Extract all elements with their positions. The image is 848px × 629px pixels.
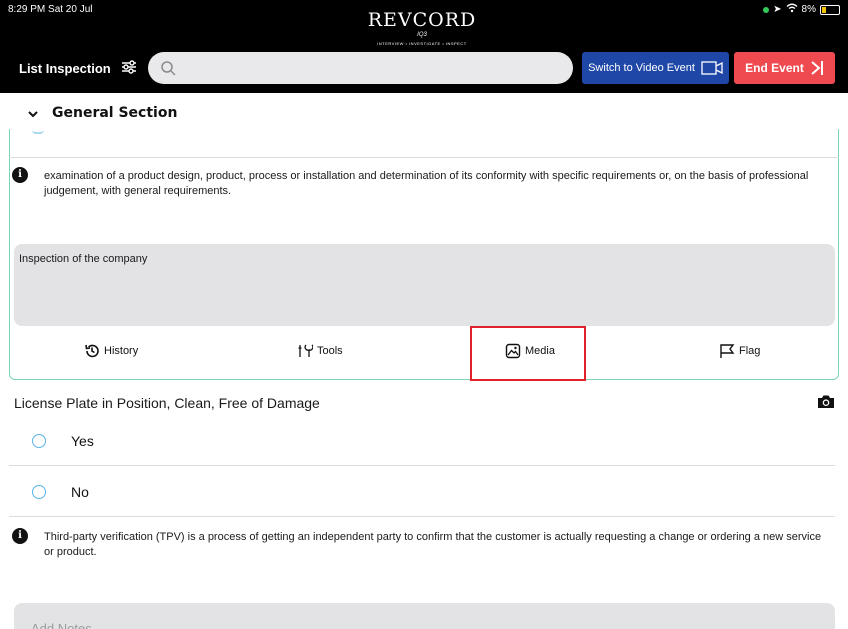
search-input[interactable] bbox=[148, 52, 573, 84]
logo-tagline: INTERVIEW • INVESTIGATE • INSPECT bbox=[377, 41, 467, 46]
search-icon bbox=[161, 61, 176, 76]
end-event-label: End Event bbox=[745, 61, 804, 75]
history-label: History bbox=[104, 345, 139, 357]
history-button[interactable]: History bbox=[84, 341, 138, 361]
notes-field[interactable]: Add Notes bbox=[14, 603, 835, 629]
filter-settings-icon[interactable] bbox=[120, 58, 138, 76]
end-event-button[interactable]: End Event bbox=[734, 52, 835, 84]
flag-label: Flag bbox=[739, 345, 761, 357]
switch-to-video-button[interactable]: Switch to Video Event bbox=[582, 52, 729, 84]
notes-field[interactable]: Inspection of the company bbox=[14, 244, 835, 326]
info-text: examination of a product design, product… bbox=[44, 170, 809, 197]
battery-icon bbox=[820, 4, 840, 15]
flag-icon bbox=[720, 344, 735, 358]
logo-sub: IQ3 bbox=[417, 32, 427, 38]
exit-arrow-icon bbox=[811, 61, 823, 75]
option-yes-label: Yes bbox=[71, 433, 94, 449]
camera-icon[interactable] bbox=[817, 394, 835, 409]
tools-button[interactable]: Tools bbox=[297, 341, 343, 361]
switch-video-label: Switch to Video Event bbox=[588, 62, 695, 74]
media-highlight-box bbox=[470, 326, 586, 381]
tools-icon bbox=[298, 344, 313, 357]
info-icon: i bbox=[12, 528, 28, 544]
divider bbox=[9, 157, 839, 158]
revcord-logo: REVCORD IQ3 INTERVIEW • INVESTIGATE • IN… bbox=[362, 9, 482, 46]
info-icon: i bbox=[12, 167, 28, 183]
divider bbox=[9, 465, 835, 466]
location-icon: ➤ bbox=[773, 4, 782, 15]
video-camera-icon bbox=[701, 61, 723, 75]
page-title: List Inspection bbox=[19, 61, 111, 76]
top-bar: 8:29 PM Sat 20 Jul ➤ 8% REVCORD IQ3 INTE… bbox=[0, 0, 848, 93]
flag-button[interactable]: Flag bbox=[719, 341, 760, 361]
notes-placeholder: Add Notes bbox=[31, 621, 92, 629]
notes-value: Inspection of the company bbox=[19, 253, 148, 265]
chevron-down-icon[interactable] bbox=[26, 108, 40, 120]
history-icon bbox=[85, 344, 99, 358]
question-card-2 bbox=[9, 386, 839, 629]
question-title: License Plate in Position, Clean, Free o… bbox=[14, 395, 320, 411]
info-text: Third-party verification (TPV) is a proc… bbox=[44, 531, 822, 558]
logo-word: REVCORD bbox=[367, 9, 477, 31]
option-no-label: No bbox=[71, 484, 89, 500]
battery-level: 8% bbox=[801, 4, 816, 15]
status-indicators: ➤ 8% bbox=[763, 3, 840, 16]
radio-yes[interactable] bbox=[32, 434, 46, 448]
status-time: 8:29 PM Sat 20 Jul bbox=[8, 4, 93, 15]
divider bbox=[9, 516, 835, 517]
section-title: General Section bbox=[52, 105, 178, 121]
radio-no[interactable] bbox=[32, 485, 46, 499]
wifi-icon bbox=[786, 3, 798, 16]
tools-label: Tools bbox=[317, 345, 343, 357]
recording-dot-icon bbox=[763, 6, 770, 13]
